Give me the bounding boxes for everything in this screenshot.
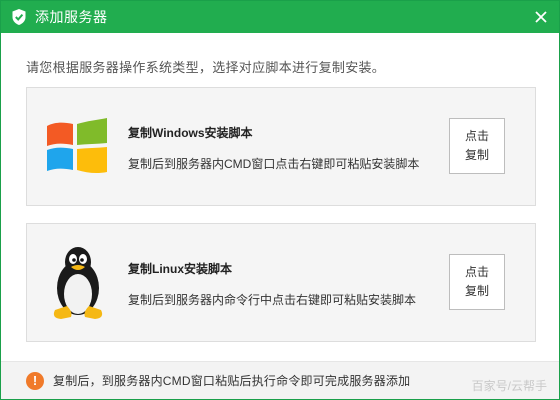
- add-server-dialog: 添加服务器 请您根据服务器操作系统类型，选择对应脚本进行复制安装。 复制Wind…: [0, 0, 560, 400]
- copy-windows-script-button[interactable]: 点击 复制: [449, 118, 505, 174]
- windows-logo-icon: [45, 114, 109, 178]
- copy-button-label-line1: 点击: [464, 129, 489, 143]
- windows-script-card: 复制Windows安装脚本 复制后到服务器内CMD窗口点击右键即可粘贴安装脚本 …: [26, 87, 536, 206]
- watermark-text: 百家号/云帮手: [471, 379, 547, 393]
- close-button[interactable]: [531, 7, 551, 27]
- copy-linux-script-button[interactable]: 点击 复制: [449, 254, 505, 310]
- linux-card-title: 复制Linux安装脚本: [128, 262, 232, 276]
- shield-check-icon: [11, 8, 27, 26]
- close-icon: [535, 11, 547, 23]
- copy-button-label-line1: 点击: [464, 265, 489, 279]
- copy-button-label-line2: 复制: [464, 148, 489, 162]
- title-bar[interactable]: 添加服务器: [1, 1, 559, 33]
- linux-card-description: 复制后到服务器内命令行中点击右键即可粘贴安装脚本: [128, 293, 417, 307]
- copy-button-label-line2: 复制: [464, 284, 489, 298]
- windows-card-description: 复制后到服务器内CMD窗口点击右键即可粘贴安装脚本: [128, 157, 420, 171]
- footer-text: 复制后，到服务器内CMD窗口粘贴后执行命令即可完成服务器添加: [53, 374, 411, 388]
- instruction-text: 请您根据服务器操作系统类型，选择对应脚本进行复制安装。: [26, 60, 386, 75]
- linux-script-card: 复制Linux安装脚本 复制后到服务器内命令行中点击右键即可粘贴安装脚本 点击 …: [26, 223, 536, 342]
- windows-card-title: 复制Windows安装脚本: [128, 126, 253, 140]
- linux-tux-icon: [47, 244, 109, 322]
- warning-icon: !: [26, 371, 44, 390]
- window-title: 添加服务器: [35, 9, 108, 25]
